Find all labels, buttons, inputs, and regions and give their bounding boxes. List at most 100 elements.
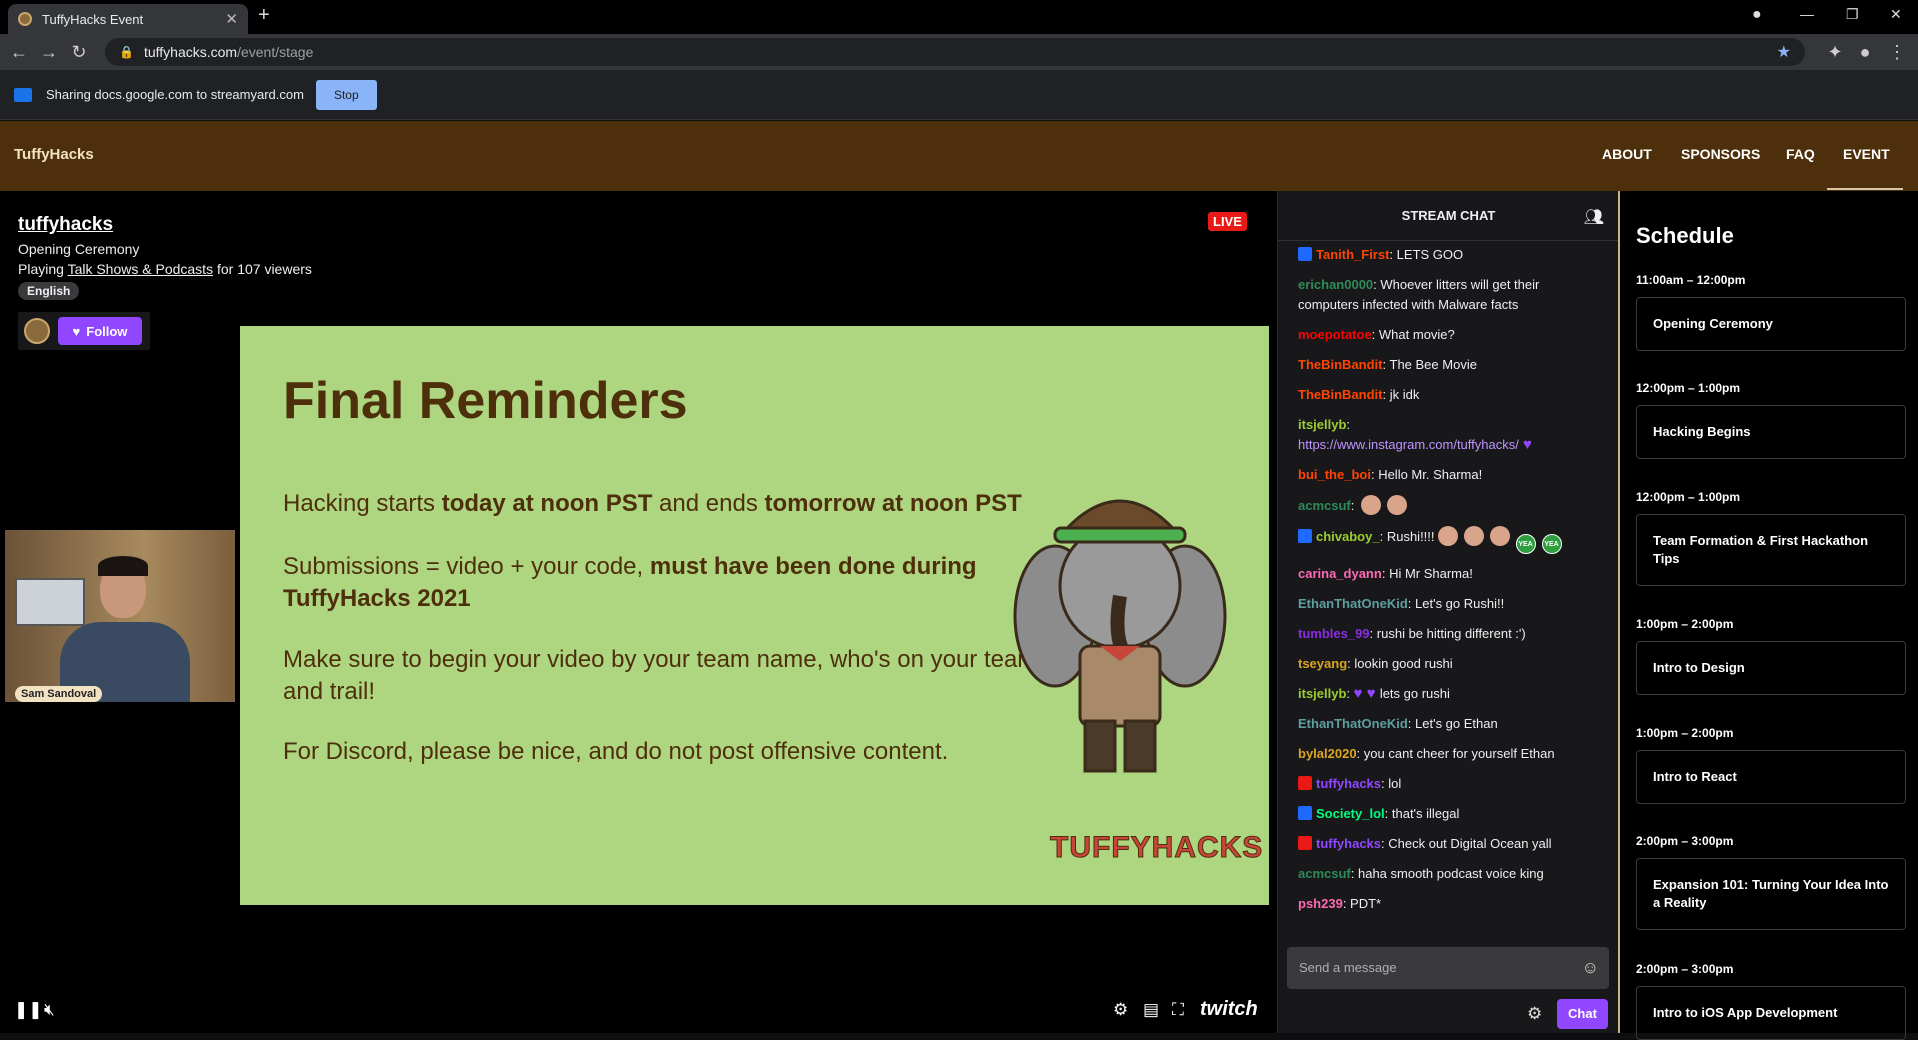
- nav-about[interactable]: ABOUT: [1602, 146, 1652, 162]
- webcam-name-tag: Sam Sandoval: [15, 686, 103, 702]
- chat-link[interactable]: https://www.instagram.com/tuffyhacks/: [1298, 437, 1519, 452]
- browser-tab[interactable]: TuffyHacks Event ✕: [8, 4, 248, 34]
- chat-username[interactable]: TheBinBandit: [1298, 387, 1383, 402]
- chat-message-text: PDT*: [1350, 896, 1382, 911]
- chat-send-button[interactable]: Chat: [1557, 999, 1608, 1029]
- community-icon[interactable]: 👥︎: [1584, 207, 1604, 227]
- video-player[interactable]: tuffyhacks Opening Ceremony Playing Talk…: [0, 191, 1277, 1033]
- prime-badge-icon[interactable]: [1298, 247, 1312, 261]
- broadcaster-badge-icon[interactable]: [1298, 776, 1312, 790]
- chat-message: acmcsuf: haha smooth podcast voice king: [1298, 866, 1544, 881]
- emote-picker-icon[interactable]: ☺: [1582, 947, 1599, 989]
- chat-username[interactable]: itsjellyb: [1298, 686, 1346, 701]
- new-tab-icon[interactable]: +: [258, 4, 270, 27]
- chat-message-text: that's illegal: [1391, 806, 1460, 821]
- chat-username[interactable]: erichan0000: [1298, 277, 1373, 292]
- browser-menu-icon[interactable]: ⋮: [1882, 42, 1912, 63]
- chat-username[interactable]: chivaboy_: [1316, 529, 1380, 544]
- chat-username[interactable]: acmcsuf: [1298, 866, 1351, 881]
- chat-username[interactable]: acmcsuf: [1298, 498, 1351, 513]
- forward-icon[interactable]: →: [34, 42, 64, 63]
- chat-message: EthanThatOneKid: Let's go Ethan: [1298, 716, 1498, 731]
- language-tag[interactable]: English: [18, 282, 80, 300]
- chat-message-text: lol: [1388, 776, 1402, 791]
- favicon-icon: [18, 12, 32, 26]
- chat-username[interactable]: carina_dyann: [1298, 566, 1382, 581]
- chat-message-text: haha smooth podcast voice king: [1357, 866, 1544, 881]
- reload-icon[interactable]: ↻: [64, 42, 94, 63]
- extensions-icon[interactable]: ✦: [1820, 42, 1850, 63]
- chat-username[interactable]: bylal2020: [1298, 746, 1357, 761]
- site-header: TuffyHacks ABOUT SPONSORS FAQ EVENT: [0, 121, 1918, 191]
- nav-faq[interactable]: FAQ: [1786, 146, 1815, 162]
- schedule-item[interactable]: Intro to Design: [1636, 641, 1906, 695]
- schedule-title: Schedule: [1636, 223, 1734, 248]
- settings-gear-icon[interactable]: ⚙: [1113, 1000, 1128, 1020]
- nav-sponsors[interactable]: SPONSORS: [1681, 146, 1760, 162]
- stream-chat: STREAM CHAT 👥︎ Tanith_First: LETS GOO eri…: [1277, 191, 1619, 1033]
- chat-settings-icon[interactable]: ⚙: [1527, 1004, 1542, 1024]
- chat-username[interactable]: EthanThatOneKid: [1298, 596, 1408, 611]
- prime-badge-icon[interactable]: [1298, 806, 1312, 820]
- schedule-panel: Schedule 11:00am – 12:00pm Opening Ceremo…: [1618, 191, 1918, 1040]
- chat-message: tuffyhacks: lol: [1298, 774, 1603, 794]
- back-icon[interactable]: ←: [4, 42, 34, 63]
- chat-username[interactable]: moepotatoe: [1298, 327, 1372, 342]
- schedule-time: 11:00am – 12:00pm: [1636, 273, 1746, 287]
- chat-username[interactable]: itsjellyb: [1298, 417, 1346, 432]
- pause-icon[interactable]: ❚❚: [14, 1000, 43, 1020]
- nav-event[interactable]: EVENT: [1843, 146, 1890, 162]
- bookmark-star-icon[interactable]: ★: [1777, 42, 1791, 62]
- chat-username[interactable]: bui_the_boi: [1298, 467, 1371, 482]
- chat-username[interactable]: tseyang: [1298, 656, 1347, 671]
- chat-input[interactable]: Send a message ☺: [1287, 947, 1609, 989]
- follow-box: ♥ Follow: [18, 312, 150, 350]
- channel-name[interactable]: tuffyhacks: [18, 214, 113, 236]
- schedule-item[interactable]: Team Formation & First Hackathon Tips: [1636, 514, 1906, 586]
- channel-avatar[interactable]: [24, 318, 50, 344]
- mute-icon[interactable]: 🔇︎: [44, 1000, 55, 1020]
- screen-share-icon: [14, 87, 32, 102]
- close-window-icon[interactable]: ✕: [1890, 6, 1902, 23]
- player-controls: ❚❚ 🔇︎ ⚙ ▤ ⛶ twitch: [0, 988, 1277, 1033]
- schedule-item[interactable]: Intro to React: [1636, 750, 1906, 804]
- chat-username[interactable]: TheBinBandit: [1298, 357, 1383, 372]
- minimize-icon[interactable]: —: [1800, 6, 1814, 22]
- chat-username[interactable]: tuffyhacks: [1316, 836, 1381, 851]
- close-tab-icon[interactable]: ✕: [225, 10, 238, 28]
- avatar[interactable]: ●: [1850, 42, 1880, 63]
- chat-message-text: Hello Mr. Sharma!: [1378, 467, 1483, 482]
- chat-username[interactable]: Tanith_First: [1316, 247, 1389, 262]
- chat-message: TheBinBandit: The Bee Movie: [1298, 357, 1477, 372]
- schedule-time: 2:00pm – 3:00pm: [1636, 834, 1734, 848]
- category-link[interactable]: Talk Shows & Podcasts: [68, 261, 214, 277]
- schedule-item[interactable]: Hacking Begins: [1636, 405, 1906, 459]
- stop-sharing-button[interactable]: Stop: [315, 79, 377, 110]
- chat-message-text: The Bee Movie: [1389, 357, 1477, 372]
- chat-username[interactable]: psh239: [1298, 896, 1343, 911]
- chat-username[interactable]: tumbles_99: [1298, 626, 1370, 641]
- schedule-item[interactable]: Intro to iOS App Development: [1636, 986, 1906, 1040]
- playing-prefix: Playing: [18, 261, 64, 277]
- viewer-count: for 107 viewers: [216, 261, 312, 277]
- url-field[interactable]: 🔒 tuffyhacks.com/event/stage ★: [105, 38, 1805, 66]
- chat-header: STREAM CHAT: [1278, 191, 1619, 241]
- profile-menu-icon[interactable]: ●: [1752, 6, 1762, 24]
- broadcaster-badge-icon[interactable]: [1298, 836, 1312, 850]
- schedule-item[interactable]: Opening Ceremony: [1636, 297, 1906, 351]
- chat-username[interactable]: EthanThatOneKid: [1298, 716, 1408, 731]
- follow-button[interactable]: ♥ Follow: [58, 317, 142, 345]
- site-logo[interactable]: TuffyHacks: [14, 146, 94, 163]
- maximize-icon[interactable]: ❐: [1846, 6, 1859, 23]
- chat-username[interactable]: Society_lol: [1316, 806, 1385, 821]
- prime-badge-icon[interactable]: [1298, 529, 1312, 543]
- chat-message: bylal2020: you cant cheer for yourself E…: [1298, 746, 1555, 761]
- yea-emote-icon: YEA: [1541, 534, 1562, 554]
- clip-icon[interactable]: ▤: [1143, 1000, 1159, 1020]
- schedule-time: 1:00pm – 2:00pm: [1636, 726, 1734, 740]
- chat-message-text: lets go rushi: [1379, 686, 1450, 701]
- chat-username[interactable]: tuffyhacks: [1316, 776, 1381, 791]
- fullscreen-icon[interactable]: ⛶: [1172, 1000, 1184, 1020]
- twitch-logo[interactable]: twitch: [1200, 998, 1258, 1021]
- schedule-item[interactable]: Expansion 101: Turning Your Idea Into a …: [1636, 858, 1906, 930]
